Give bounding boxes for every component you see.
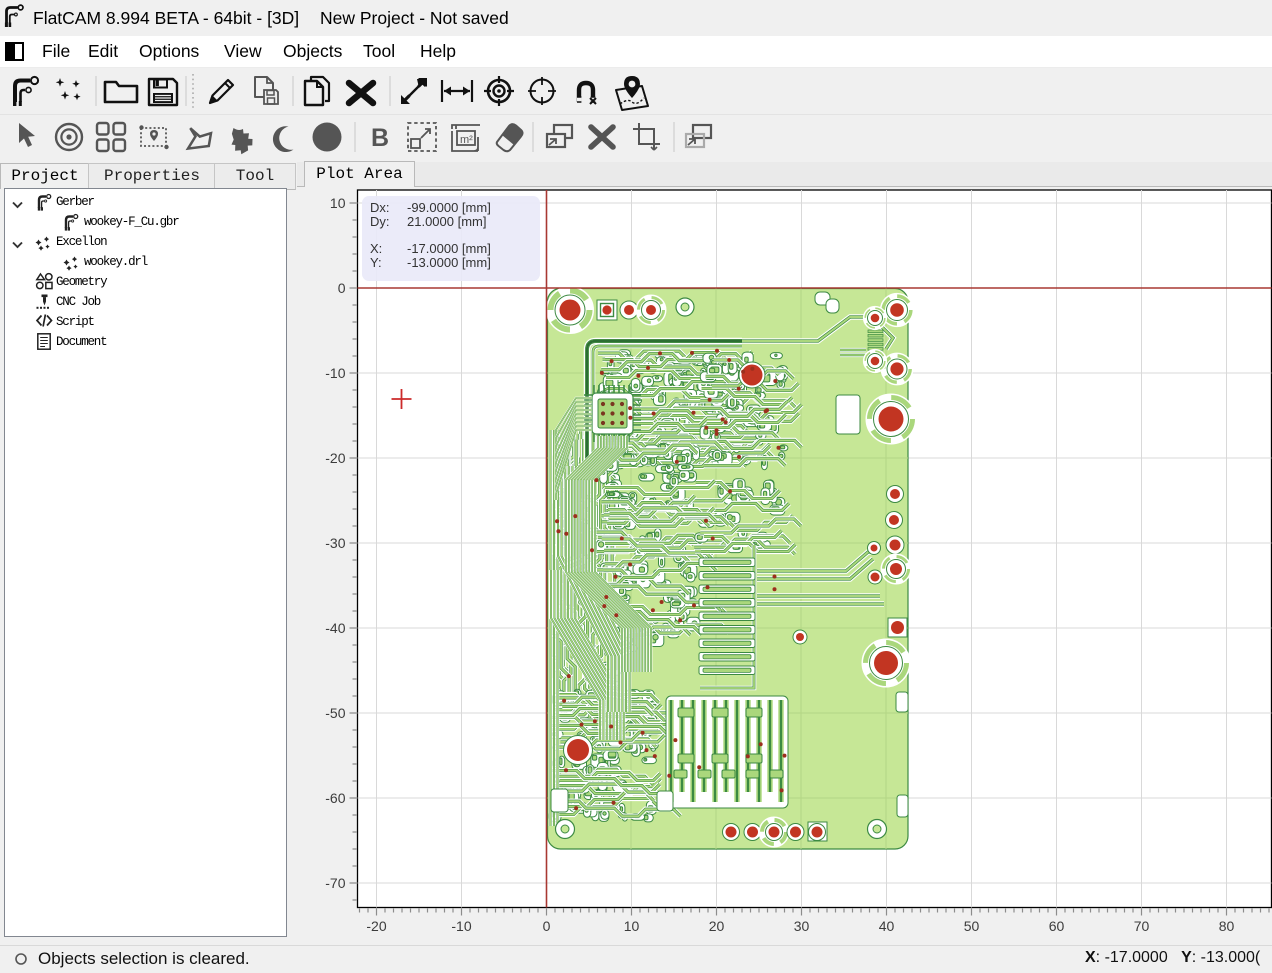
svg-text:50: 50: [964, 918, 980, 934]
svg-text:-70: -70: [325, 875, 345, 891]
svg-text:60: 60: [1049, 918, 1065, 934]
svg-text:0: 0: [543, 918, 551, 934]
svg-text:40: 40: [879, 918, 895, 934]
svg-text:-99.0000 [mm]: -99.0000 [mm]: [407, 200, 491, 215]
svg-text:80: 80: [1219, 918, 1235, 934]
svg-text:Dx:: Dx:: [370, 200, 390, 215]
svg-text:-13.0000 [mm]: -13.0000 [mm]: [407, 255, 491, 270]
svg-text:10: 10: [624, 918, 640, 934]
svg-text:X:: X:: [370, 241, 382, 256]
svg-text:-17.0000 [mm]: -17.0000 [mm]: [407, 241, 491, 256]
svg-text:20: 20: [709, 918, 725, 934]
svg-text:-10: -10: [325, 365, 345, 381]
svg-text:21.0000 [mm]: 21.0000 [mm]: [407, 214, 487, 229]
svg-text:m²: m²: [460, 134, 473, 146]
svg-text:70: 70: [1134, 918, 1150, 934]
svg-text:-60: -60: [325, 790, 345, 806]
svg-text:-30: -30: [325, 535, 345, 551]
svg-text:-10: -10: [451, 918, 471, 934]
svg-text:Dy:: Dy:: [370, 214, 390, 229]
svg-text:-50: -50: [325, 705, 345, 721]
svg-text:Y:: Y:: [370, 255, 382, 270]
svg-text:0: 0: [338, 280, 346, 296]
svg-text:-20: -20: [366, 918, 386, 934]
svg-text:B: B: [371, 124, 389, 152]
svg-text:10: 10: [330, 195, 346, 211]
svg-text:30: 30: [794, 918, 810, 934]
svg-text:-20: -20: [325, 450, 345, 466]
svg-text:-40: -40: [325, 620, 345, 636]
